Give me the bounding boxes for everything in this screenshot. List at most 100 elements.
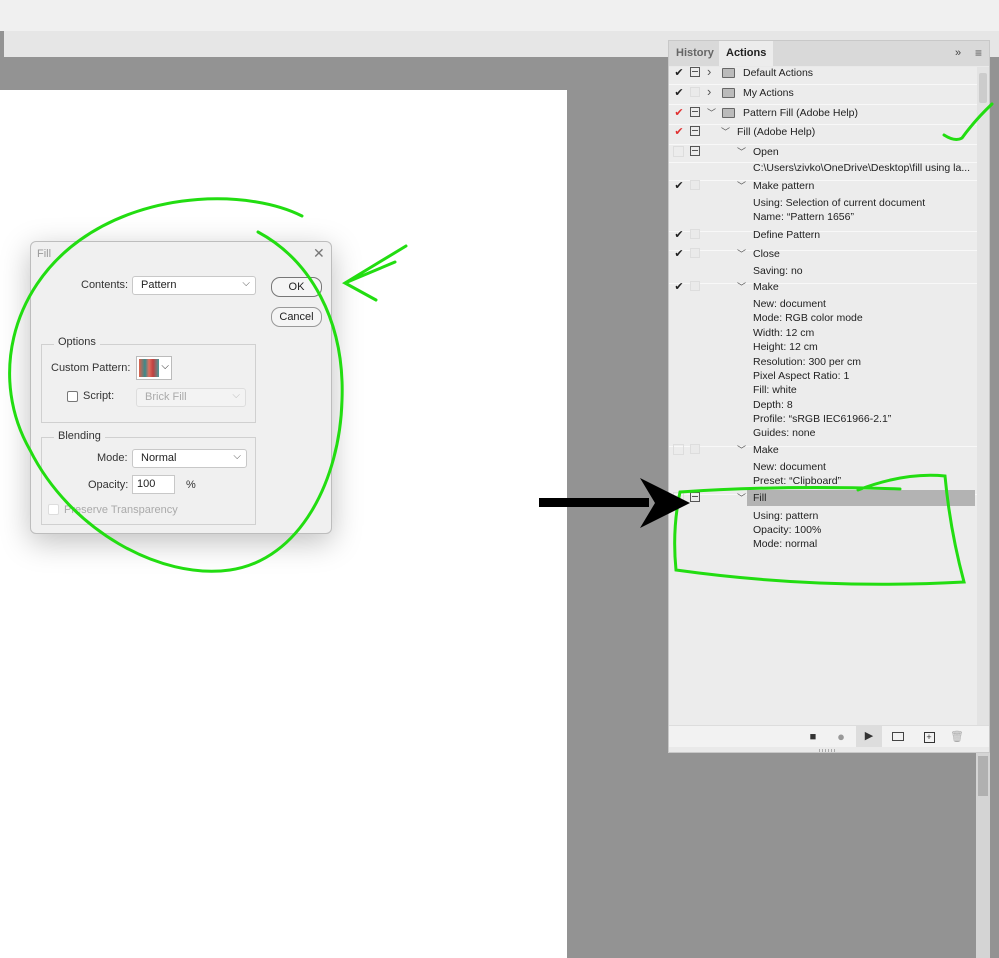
row-label: New: document <box>753 461 826 473</box>
new-set-icon[interactable] <box>889 729 907 745</box>
chevron-down-icon[interactable]: ﹀ <box>721 125 730 139</box>
ok-button[interactable]: OK <box>271 277 322 297</box>
action-row[interactable]: ✔ › My Actions <box>669 85 977 100</box>
panel-menu-icon[interactable]: ≡ <box>975 46 982 60</box>
chevron-down-icon: ⌵ <box>161 361 169 372</box>
dialog-toggle-icon[interactable] <box>690 146 700 156</box>
toggle-checkbox[interactable] <box>673 444 684 455</box>
row-label: Height: 12 cm <box>753 341 818 353</box>
opacity-label: Opacity: <box>88 479 129 491</box>
toggle-check-icon[interactable]: ✔ <box>673 67 685 80</box>
action-row[interactable]: ✔ ﹀ Fill (Adobe Help) <box>669 125 977 139</box>
action-detail: Saving: no <box>669 264 977 278</box>
dialog-toggle-icon[interactable] <box>690 87 700 97</box>
chevron-down-icon: ⌵ <box>242 278 250 289</box>
toggle-checkbox[interactable] <box>673 146 684 157</box>
row-label: Default Actions <box>743 67 814 79</box>
action-row[interactable]: ✔ › Default Actions <box>669 67 977 80</box>
action-detail: Opacity: 100% <box>669 523 977 537</box>
pattern-picker[interactable]: ⌵ <box>136 356 172 380</box>
scrollbar-thumb[interactable] <box>978 756 988 796</box>
collapse-icon[interactable]: » <box>955 47 961 59</box>
action-detail: Height: 12 cm <box>669 340 977 354</box>
dialog-toggle-icon[interactable] <box>690 67 700 77</box>
toggle-check-icon[interactable]: ✔ <box>673 179 685 193</box>
row-label: Pattern Fill (Adobe Help) <box>743 107 858 119</box>
chevron-down-icon[interactable]: ﹀ <box>737 491 746 505</box>
script-checkbox[interactable] <box>67 391 78 402</box>
dialog-toggle-icon[interactable] <box>690 229 700 239</box>
row-label: Fill: white <box>753 384 797 396</box>
action-detail: Pixel Aspect Ratio: 1 <box>669 369 977 383</box>
action-row[interactable]: ✔ ﹀ Make <box>669 280 977 294</box>
tab-actions[interactable]: Actions <box>719 41 774 66</box>
chevron-down-icon[interactable]: ﹀ <box>737 145 746 159</box>
action-row[interactable]: ✔ ﹀ Make pattern <box>669 179 977 193</box>
action-detail: Width: 12 cm <box>669 326 977 340</box>
play-icon[interactable]: ▶ <box>856 726 882 747</box>
chevron-right-icon[interactable]: › <box>707 67 711 79</box>
opacity-unit: % <box>186 479 196 491</box>
dialog-toggle-icon[interactable] <box>690 444 700 454</box>
action-row[interactable]: ✔ Define Pattern <box>669 228 977 242</box>
chevron-down-icon[interactable]: ﹀ <box>707 106 716 120</box>
action-row[interactable]: ﹀ Open <box>669 145 977 159</box>
toggle-check-icon[interactable]: ✔ <box>673 247 685 261</box>
toggle-check-icon[interactable]: ✔ <box>673 106 685 120</box>
toggle-check-icon[interactable]: ✔ <box>673 228 685 242</box>
row-label: Using: pattern <box>753 510 819 522</box>
chevron-down-icon[interactable]: ﹀ <box>737 443 746 457</box>
action-row[interactable]: ﹀ Fill <box>669 490 977 506</box>
dialog-toggle-icon[interactable] <box>690 492 700 502</box>
contents-value: Pattern <box>141 279 177 291</box>
row-label: My Actions <box>743 87 794 99</box>
dialog-toggle-icon[interactable] <box>690 281 700 291</box>
cancel-button[interactable]: Cancel <box>271 307 322 327</box>
row-label: Make <box>753 281 779 293</box>
tab-history[interactable]: History <box>669 41 721 66</box>
stop-icon[interactable]: ■ <box>804 729 822 745</box>
scrollbar-thumb[interactable] <box>979 73 987 103</box>
row-label: Open <box>753 146 779 158</box>
row-label: Mode: normal <box>753 538 818 550</box>
dialog-toggle-icon[interactable] <box>690 107 700 117</box>
row-label: Close <box>753 248 780 260</box>
chevron-right-icon[interactable]: › <box>707 85 711 99</box>
panel-footer: ■ ● ▶ + 🗑 <box>669 725 989 747</box>
action-detail: Profile: “sRGB IEC61966-2.1” <box>669 412 977 426</box>
action-detail: Name: “Pattern 1656” <box>669 210 977 224</box>
resize-grip[interactable] <box>819 749 837 752</box>
chevron-down-icon[interactable]: ﹀ <box>737 247 746 261</box>
toggle-checkbox[interactable] <box>673 492 684 503</box>
record-icon[interactable]: ● <box>832 729 850 745</box>
preserve-transparency-checkbox[interactable] <box>48 504 59 515</box>
actions-list: ✔ › Default Actions ✔ › My Actions ✔ ﹀ Pattern F… <box>669 67 977 725</box>
action-row[interactable]: ✔ ﹀ Pattern Fill (Adobe Help) <box>669 106 977 120</box>
toggle-check-icon[interactable]: ✔ <box>673 280 685 294</box>
mode-select[interactable]: Normal ⌵ <box>132 449 247 468</box>
chevron-down-icon[interactable]: ﹀ <box>737 179 746 193</box>
script-select[interactable]: Brick Fill ⌵ <box>136 388 246 407</box>
toggle-check-icon[interactable]: ✔ <box>673 125 685 139</box>
toggle-check-icon[interactable]: ✔ <box>673 86 685 100</box>
row-label: Width: 12 cm <box>753 327 815 339</box>
app-top-bar <box>0 0 999 31</box>
dialog-toggle-icon[interactable] <box>690 126 700 136</box>
action-detail: Depth: 8 <box>669 398 977 412</box>
contents-select[interactable]: Pattern ⌵ <box>132 276 256 295</box>
chevron-down-icon[interactable]: ﹀ <box>737 280 746 294</box>
action-row[interactable]: ﹀ Make <box>669 443 977 457</box>
action-row[interactable]: ✔ ﹀ Close <box>669 247 977 261</box>
new-action-icon[interactable]: + <box>920 729 938 745</box>
close-icon[interactable]: ✕ <box>313 245 325 262</box>
script-label: Script: <box>83 390 115 402</box>
opacity-input[interactable]: 100 <box>132 475 175 494</box>
row-label: Fill (Adobe Help) <box>737 126 816 138</box>
dialog-toggle-icon[interactable] <box>690 180 700 190</box>
delete-icon[interactable]: 🗑 <box>948 729 966 745</box>
panel-scrollbar[interactable] <box>977 67 989 725</box>
row-label: Depth: 8 <box>753 399 793 411</box>
dialog-toggle-icon[interactable] <box>690 248 700 258</box>
fill-dialog: Fill ✕ Contents: Pattern ⌵ OK Cancel Opti… <box>30 241 332 534</box>
contents-label: Contents: <box>81 279 129 291</box>
